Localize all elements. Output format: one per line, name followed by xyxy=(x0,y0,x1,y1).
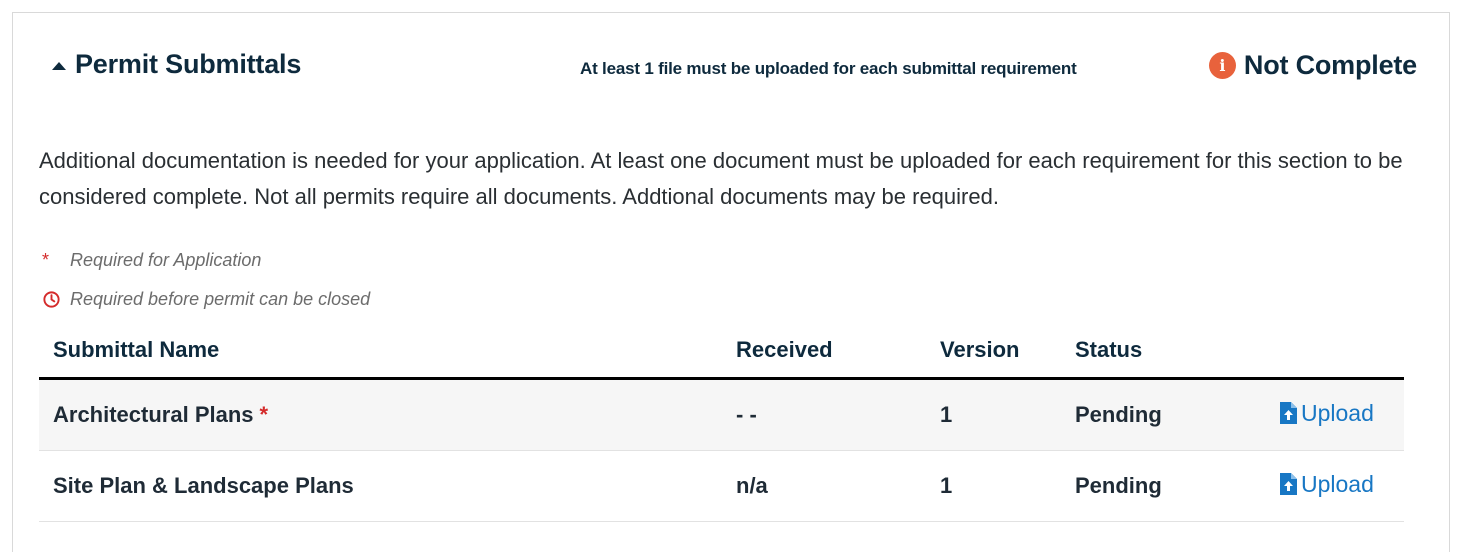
status-cell: Pending xyxy=(1061,378,1266,451)
upload-label: Upload xyxy=(1301,470,1374,497)
received-cell: n/a xyxy=(722,450,926,522)
received-cell: - - xyxy=(722,378,926,451)
version-cell: 1 xyxy=(926,450,1061,522)
table-header-row: Submittal Name Received Version Status xyxy=(39,322,1404,380)
submittal-name: Architectural Plans xyxy=(53,402,254,427)
info-icon: i xyxy=(1208,52,1236,79)
legend-closed-label: Required before permit can be closed xyxy=(70,289,371,309)
file-upload-icon xyxy=(1280,402,1297,425)
caret-up-icon xyxy=(52,61,66,70)
legend-required: * Required for Application xyxy=(39,250,261,271)
submittal-name-cell: Site Plan & Landscape Plans xyxy=(39,450,722,522)
table-row: Architectural Plans * - - 1 Pending Uploa… xyxy=(39,378,1404,451)
section-header: Permit Submittals At least 1 file must b… xyxy=(52,49,1417,85)
file-upload-icon xyxy=(1280,473,1297,496)
completion-status-text: Not Complete xyxy=(1243,50,1417,80)
legend-closed: Required before permit can be closed xyxy=(39,289,370,310)
submittal-name-cell: Architectural Plans * xyxy=(39,378,722,451)
upload-requirement-note: At least 1 file must be uploaded for eac… xyxy=(580,59,1077,78)
submittals-table: Submittal Name Received Version Status A… xyxy=(39,322,1404,522)
clock-icon xyxy=(43,291,60,308)
table-row: Site Plan & Landscape Plans n/a 1 Pendin… xyxy=(39,450,1404,522)
version-cell: 1 xyxy=(926,378,1061,451)
submittal-name: Site Plan & Landscape Plans xyxy=(53,473,354,498)
required-asterisk-icon: * xyxy=(259,402,269,427)
legend-required-label: Required for Application xyxy=(70,250,262,270)
section-title: Permit Submittals xyxy=(75,49,302,79)
upload-button[interactable]: Upload xyxy=(1280,471,1374,498)
status-cell: Pending xyxy=(1061,450,1266,522)
action-cell: Upload xyxy=(1266,378,1404,451)
section-description: Additional documentation is needed for y… xyxy=(39,148,1403,209)
column-header-submittal-name: Submittal Name xyxy=(39,322,722,380)
column-header-status: Status xyxy=(1061,322,1266,380)
completion-status: i Not Complete xyxy=(1208,50,1417,81)
required-asterisk-icon: * xyxy=(42,250,50,270)
section-collapse-toggle[interactable]: Permit Submittals xyxy=(52,49,301,80)
column-header-action xyxy=(1266,322,1404,380)
column-header-version: Version xyxy=(926,322,1061,380)
upload-label: Upload xyxy=(1301,399,1374,426)
upload-button[interactable]: Upload xyxy=(1280,400,1374,427)
column-header-received: Received xyxy=(722,322,926,380)
action-cell: Upload xyxy=(1266,450,1404,522)
